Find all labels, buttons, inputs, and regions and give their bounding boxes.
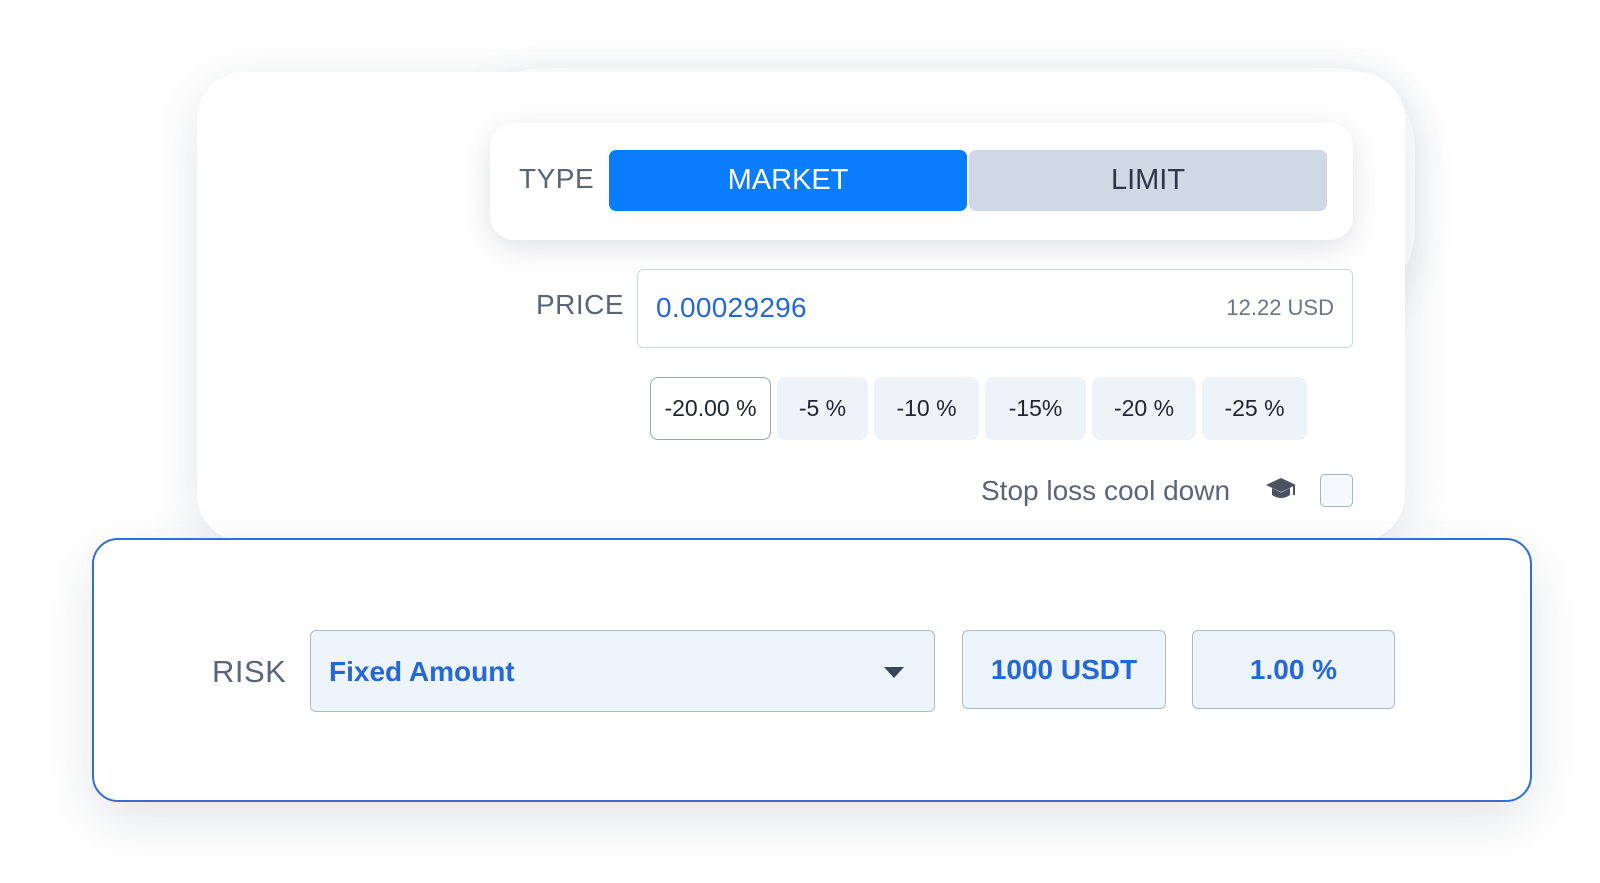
risk-label: RISK <box>212 654 287 689</box>
graduation-cap-icon[interactable] <box>1265 475 1297 503</box>
risk-mode-select[interactable]: Fixed Amount <box>310 630 935 712</box>
risk-percent-input[interactable]: 1.00 % <box>1192 630 1395 709</box>
percent-button-5[interactable]: -5 % <box>777 377 868 440</box>
percent-button-15[interactable]: -15% <box>985 377 1086 440</box>
price-label: PRICE <box>536 289 625 320</box>
price-usd-equivalent: 12.22 USD <box>1226 295 1334 320</box>
chevron-down-icon <box>884 667 904 678</box>
percent-button-10[interactable]: -10 % <box>874 377 979 440</box>
stop-loss-checkbox[interactable] <box>1320 474 1353 507</box>
percent-button-custom[interactable]: -20.00 % <box>650 377 771 440</box>
limit-button[interactable]: LIMIT <box>969 150 1327 211</box>
price-input[interactable]: 0.00029296 12.22 USD <box>637 269 1353 348</box>
type-label: TYPE <box>519 163 595 194</box>
price-value: 0.00029296 <box>656 292 807 323</box>
risk-mode-value: Fixed Amount <box>329 656 515 687</box>
percent-button-20[interactable]: -20 % <box>1092 377 1196 440</box>
risk-amount-input[interactable]: 1000 USDT <box>962 630 1166 709</box>
percent-button-25[interactable]: -25 % <box>1202 377 1307 440</box>
market-button[interactable]: MARKET <box>609 150 967 211</box>
stop-loss-cool-down-label: Stop loss cool down <box>981 475 1231 506</box>
